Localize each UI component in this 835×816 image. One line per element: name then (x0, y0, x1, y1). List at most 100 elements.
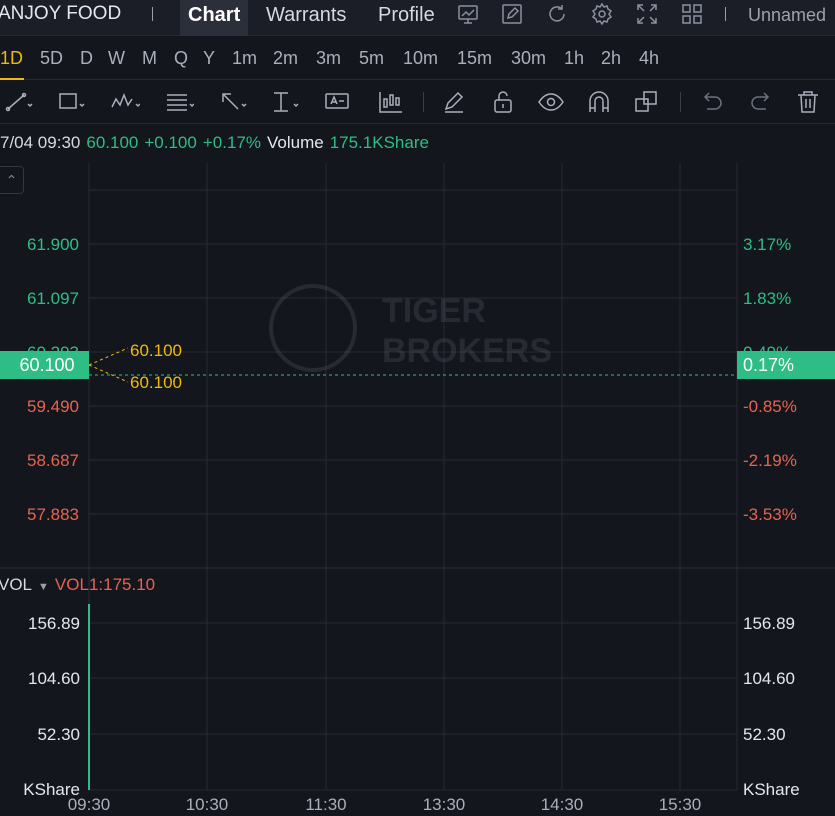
period-W[interactable]: W (108, 48, 125, 69)
layout-name[interactable]: Unnamed (748, 5, 826, 26)
tiger-logo-icon (269, 284, 357, 372)
volume-unit-right: KShare (743, 780, 800, 799)
stock-name: ANJOY FOOD (0, 3, 122, 24)
pencil-edit-icon[interactable] (500, 2, 524, 26)
x-tick-label: 15:30 (659, 795, 702, 814)
y-tick-label-right: -2.19% (743, 451, 797, 470)
text-note-icon[interactable] (324, 89, 354, 115)
divider (680, 92, 681, 112)
price-chart[interactable]: TIGERBROKERS61.90061.09760.29359.49058.6… (0, 160, 835, 816)
period-Y[interactable]: Y (203, 48, 215, 69)
clone-icon[interactable] (632, 89, 662, 115)
magnet-icon[interactable] (584, 89, 614, 115)
volume-tick-label-left: 104.60 (28, 669, 80, 688)
quote-change-pct: +0.17% (202, 133, 261, 152)
fullscreen-icon[interactable] (635, 2, 659, 26)
divider (423, 92, 424, 112)
rectangle-icon[interactable] (56, 89, 86, 115)
period-15m[interactable]: 15m (457, 48, 492, 69)
x-tick-label: 10:30 (186, 795, 229, 814)
period-1m[interactable]: 1m (232, 48, 257, 69)
caret-down-icon[interactable]: ▼ (38, 581, 49, 593)
divider (725, 7, 726, 21)
bar-pattern-icon[interactable] (376, 89, 406, 115)
period-1D[interactable]: 1D (0, 48, 23, 69)
refresh-icon[interactable] (545, 2, 569, 26)
collapse-button[interactable]: ⌃ (0, 166, 24, 194)
fibonacci-icon[interactable] (164, 89, 194, 115)
gear-icon[interactable] (590, 2, 614, 26)
period-selector: 1D 5D D W M Q Y 1m 2m 3m 5m 10m 15m 30m 1h 2h 4h (0, 36, 835, 80)
annotation-label: 60.100 (130, 341, 182, 360)
y-tick-label-left: 61.900 (27, 235, 79, 254)
y-tick-label-left: 57.883 (27, 505, 79, 524)
current-price-tag-text: 60.100 (19, 355, 74, 375)
period-D[interactable]: D (80, 48, 93, 69)
period-10m[interactable]: 10m (403, 48, 438, 69)
x-tick-label: 11:30 (305, 795, 346, 814)
tab-profile[interactable]: Profile (370, 0, 443, 36)
tab-warrants[interactable]: Warrants (258, 0, 354, 36)
chart-trend-icon[interactable] (456, 2, 480, 26)
watermark: TIGERBROKERS (269, 284, 552, 372)
trash-icon[interactable] (793, 89, 823, 115)
grid-layout-icon[interactable] (680, 2, 704, 26)
x-tick-label: 09:30 (68, 795, 111, 814)
top-bar: ANJOY FOOD Chart Warrants Profile Unname… (0, 0, 835, 36)
volume-indicator-header: VOL ▼ VOL1:175.10 (0, 575, 155, 595)
volume-indicator-value: VOL1:175.10 (54, 575, 156, 594)
drawing-toolbar (0, 80, 835, 124)
quote-time: 7/04 09:30 (0, 133, 81, 152)
x-tick-label: 14:30 (541, 795, 584, 814)
period-2m[interactable]: 2m (273, 48, 298, 69)
volume-tick-label-right: 52.30 (743, 725, 786, 744)
pattern-icon[interactable] (110, 89, 140, 115)
period-5D[interactable]: 5D (40, 48, 63, 69)
quote-volume-value: 175.1KShare (329, 133, 429, 152)
annotation-line (88, 364, 129, 383)
x-tick-label: 13:30 (423, 795, 466, 814)
volume-bar (88, 604, 90, 790)
y-tick-label-left: 58.687 (27, 451, 79, 470)
y-tick-label-right: -3.53% (743, 505, 797, 524)
period-Q[interactable]: Q (174, 48, 188, 69)
quote-volume-label: Volume (266, 133, 324, 152)
tab-chart[interactable]: Chart (180, 0, 249, 36)
y-tick-label-left: 61.097 (27, 289, 79, 308)
period-1h[interactable]: 1h (564, 48, 584, 69)
lock-icon[interactable] (489, 89, 519, 115)
period-2h[interactable]: 2h (601, 48, 621, 69)
volume-indicator-name[interactable]: VOL (0, 575, 32, 594)
y-tick-label-right: 1.83% (743, 289, 791, 308)
quote-change: +0.100 (144, 133, 197, 152)
pencil-icon[interactable] (440, 89, 470, 115)
trend-line-icon[interactable] (4, 89, 34, 115)
y-tick-label-right: -0.85% (743, 397, 797, 416)
redo-icon[interactable] (746, 89, 776, 115)
annotation-label: 60.100 (130, 373, 182, 392)
annotation-line (88, 347, 129, 366)
chevron-up-icon: ⌃ (5, 172, 18, 188)
quote-line: 7/04 09:30 60.100 +0.100 +0.17% Volume 175.1K… (0, 133, 435, 153)
watermark-text: TIGER (382, 292, 486, 330)
period-30m[interactable]: 30m (511, 48, 546, 69)
volume-tick-label-left: 52.30 (37, 725, 80, 744)
volume-tick-label-right: 104.60 (743, 669, 795, 688)
volume-tick-label-right: 156.89 (743, 614, 795, 633)
measure-icon[interactable] (270, 89, 300, 115)
quote-price: 60.100 (86, 133, 139, 152)
trading-app: ANJOY FOOD Chart Warrants Profile Unname… (0, 0, 835, 816)
y-tick-label-left: 59.490 (27, 397, 79, 416)
period-5m[interactable]: 5m (359, 48, 384, 69)
divider (152, 7, 153, 21)
period-4h[interactable]: 4h (639, 48, 659, 69)
watermark-text: BROKERS (382, 332, 552, 370)
period-M[interactable]: M (142, 48, 157, 69)
current-pct-tag-text: 0.17% (743, 355, 794, 375)
y-tick-label-right: 3.17% (743, 235, 791, 254)
volume-tick-label-left: 156.89 (28, 614, 80, 633)
period-3m[interactable]: 3m (316, 48, 341, 69)
arrow-icon[interactable] (218, 89, 248, 115)
undo-icon[interactable] (697, 89, 727, 115)
eye-icon[interactable] (536, 89, 566, 115)
